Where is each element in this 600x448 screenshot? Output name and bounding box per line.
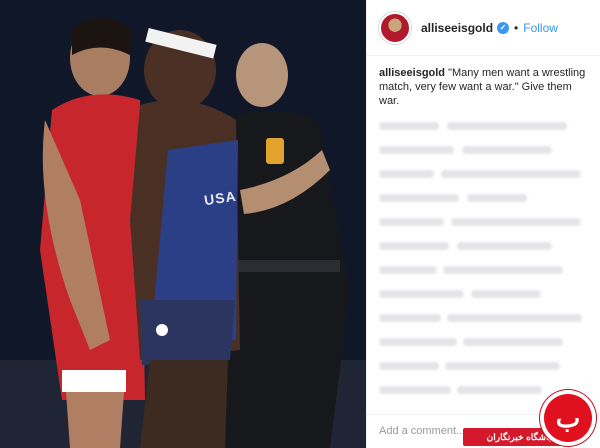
header-username[interactable]: alliseeisgold (421, 21, 493, 35)
verified-badge-icon: ✓ (497, 21, 510, 34)
blurred-comment (467, 194, 527, 202)
wrestling-photo (0, 0, 366, 448)
header-separator: • (514, 20, 519, 35)
blurred-comment (462, 146, 552, 154)
blurred-comment (457, 242, 552, 250)
blurred-comment (463, 338, 563, 346)
blurred-comment (379, 242, 449, 250)
blurred-comment (445, 362, 560, 370)
caption-username[interactable]: alliseeisgold (379, 67, 445, 79)
blurred-comment (443, 266, 563, 274)
blurred-comment (379, 194, 459, 202)
blurred-comment (379, 314, 441, 322)
blurred-comment (379, 266, 437, 274)
blurred-comment (451, 218, 581, 226)
blurred-comment (379, 362, 439, 370)
post-photo[interactable]: USA (0, 0, 366, 448)
blurred-comment (471, 290, 541, 298)
blurred-comment (379, 386, 451, 394)
post-sidebar: alliseeisgold ✓ • Follow alliseeisgold "… (366, 0, 600, 448)
blurred-comment (457, 386, 542, 394)
blurred-comment (379, 170, 434, 178)
blurred-comment (441, 170, 581, 178)
profile-avatar[interactable] (379, 11, 411, 44)
post-header: alliseeisgold ✓ • Follow (367, 0, 600, 56)
follow-button[interactable]: Follow (523, 21, 558, 35)
comments-list-blurred (377, 118, 592, 408)
blurred-comment (379, 338, 457, 346)
blurred-comment (379, 146, 454, 154)
watermark-logo: ب (540, 390, 596, 446)
blurred-comment (447, 122, 567, 130)
blurred-comment (379, 122, 439, 130)
blurred-comment (379, 218, 444, 226)
post-caption: alliseeisgold "Many men want a wrestling… (379, 66, 591, 108)
blurred-comment (447, 314, 582, 322)
blurred-comment (379, 290, 464, 298)
